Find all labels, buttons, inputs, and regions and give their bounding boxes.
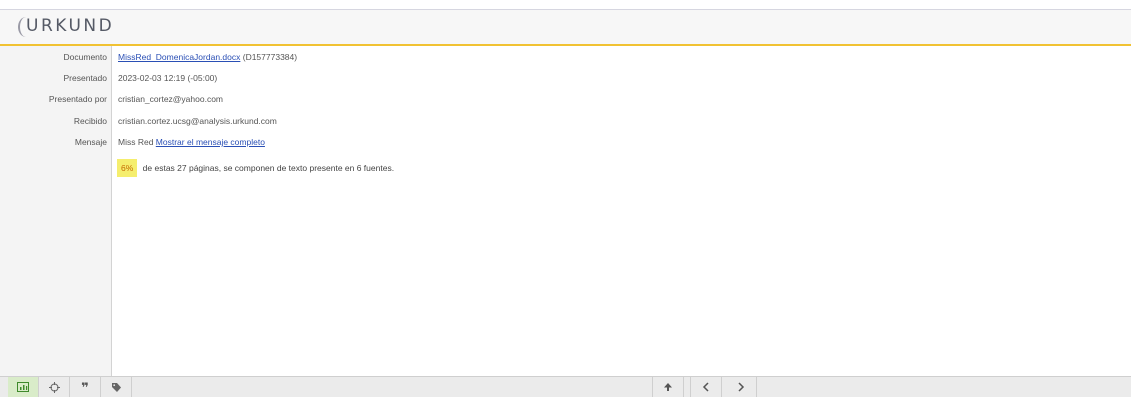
message-preview: Miss Red xyxy=(118,137,156,147)
bottom-toolbar: ❞ xyxy=(0,376,1131,397)
tag-icon[interactable] xyxy=(101,377,132,397)
value-documento: MissRed_DomenicaJordan.docx (D157773384) xyxy=(118,49,297,65)
show-full-message-link[interactable]: Mostrar el mensaje completo xyxy=(156,137,265,147)
chevron-left-icon[interactable] xyxy=(690,377,722,397)
quote-icon[interactable]: ❞ xyxy=(70,377,101,397)
target-icon[interactable] xyxy=(39,377,70,397)
header-bar: URKUND xyxy=(0,10,1131,46)
label-documento: Documento xyxy=(63,52,107,62)
logo-text: URKUND xyxy=(26,16,115,36)
value-mensaje: Miss Red Mostrar el mensaje completo xyxy=(118,134,265,150)
similarity-percent-badge: 6% xyxy=(117,159,138,177)
label-mensaje: Mensaje xyxy=(74,137,107,147)
arrow-up-icon[interactable] xyxy=(652,377,684,397)
window-top-line xyxy=(0,0,1131,10)
similarity-summary: 6% de estas 27 páginas, se componen de t… xyxy=(117,159,394,177)
label-presentado-por: Presentado por xyxy=(48,94,107,104)
value-presentado: 2023-02-03 12:19 (-05:00) xyxy=(118,73,218,83)
value-recibido: cristian.cortez.ucsg@analysis.urkund.com xyxy=(118,116,277,126)
document-id: (D157773384) xyxy=(240,52,298,62)
similarity-summary-text: de estas 27 páginas, se componen de text… xyxy=(140,163,395,173)
chevron-right-icon[interactable] xyxy=(726,377,757,397)
value-presentado-por: cristian_cortez@yahoo.com xyxy=(118,94,224,104)
label-recibido: Recibido xyxy=(73,116,107,126)
label-presentado: Presentado xyxy=(63,73,107,83)
document-link[interactable]: MissRed_DomenicaJordan.docx xyxy=(118,52,240,62)
chart-icon[interactable] xyxy=(8,377,39,397)
